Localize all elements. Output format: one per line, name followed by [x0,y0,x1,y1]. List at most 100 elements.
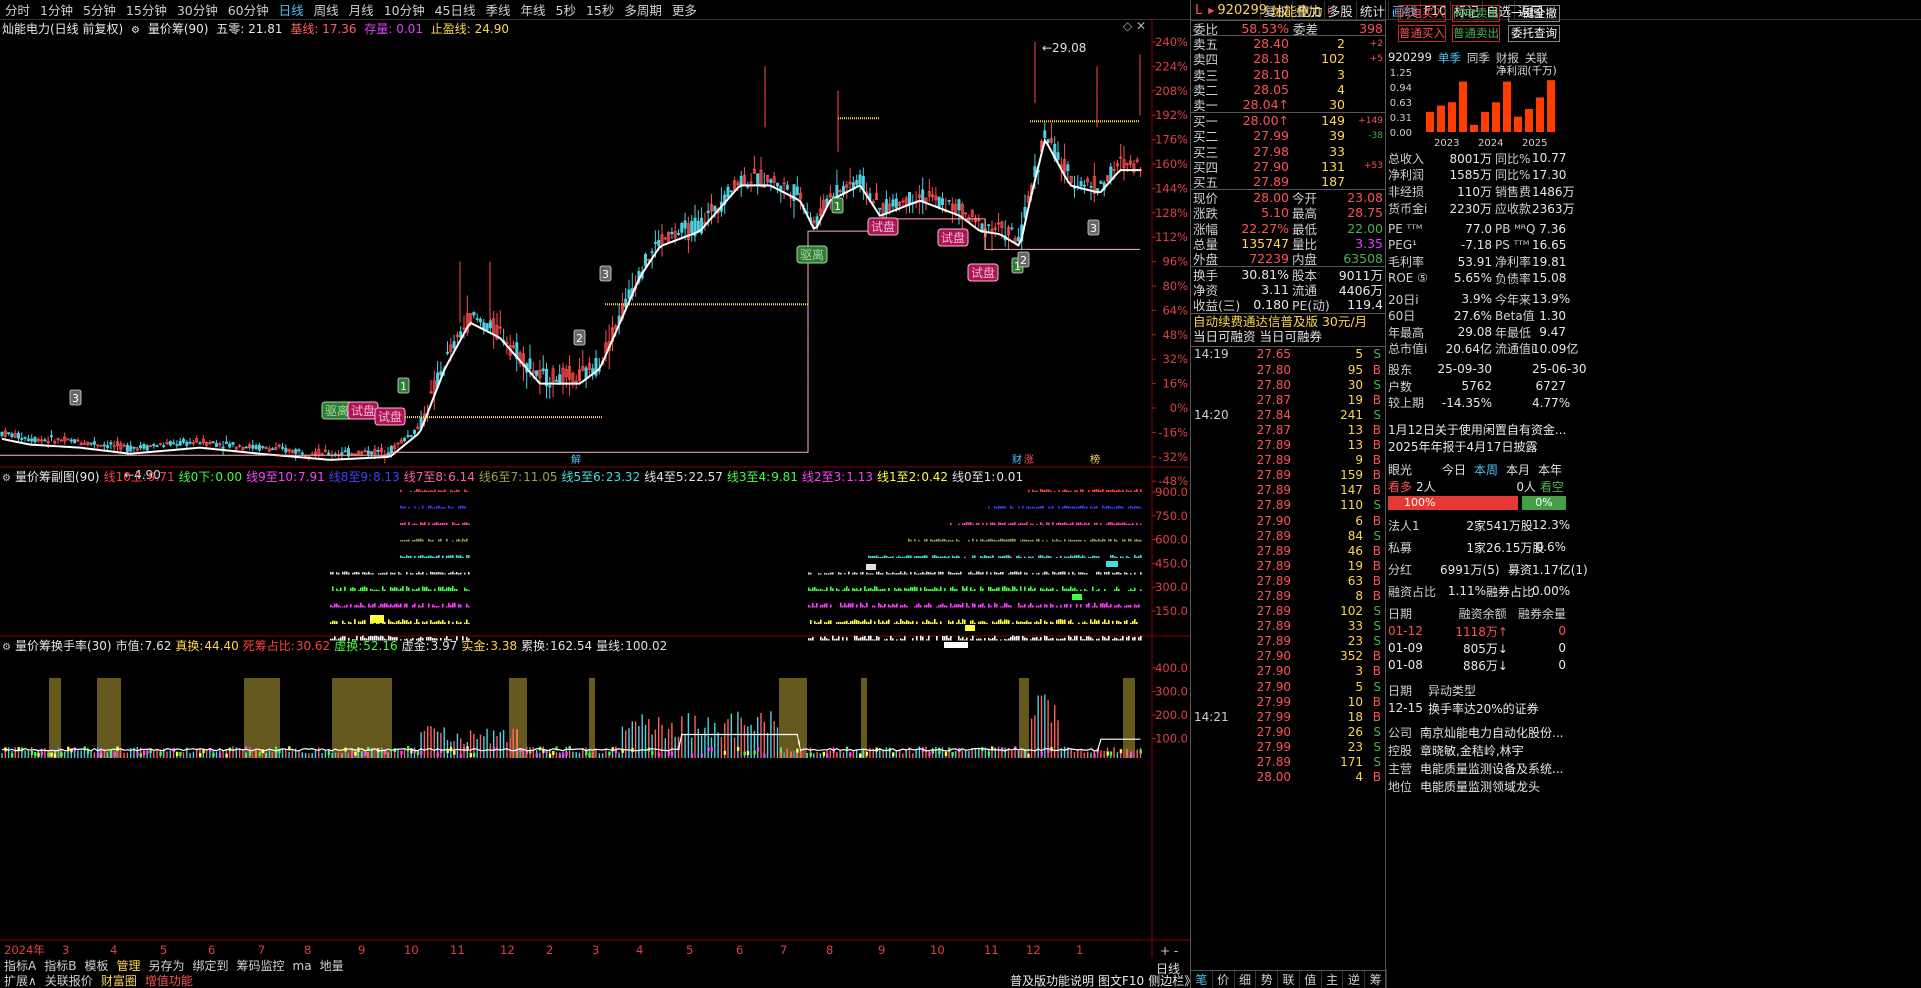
trade-button[interactable]: 闪电买入 [1398,5,1446,22]
kline-chart-area[interactable]: 240% 224% 208% 192% 176% 160% 144% 128% 112% 96% 8… [0,19,1190,960]
eye-tab[interactable]: 本周 [1470,461,1502,478]
quote-tab[interactable]: 势 [1256,971,1279,988]
diamond-icon[interactable]: ◇ [1123,19,1132,33]
chip-bar [1060,571,1062,575]
turnover-mark [710,747,713,752]
chip-bar [1010,522,1012,525]
trade-button[interactable]: 委托查询 [1508,25,1560,42]
margin-short: 0 [1558,624,1566,639]
period-tab[interactable]: 月线 [344,0,379,19]
candle-body [713,205,717,212]
period-tab[interactable]: 60分钟 [223,0,274,19]
news-item[interactable]: 1月12日关于使用闲置自有资金... [1388,421,1566,438]
margin-head: 日期 [1388,606,1413,621]
trade-button[interactable]: 普通卖出 [1452,25,1500,42]
trade-button[interactable]: 普通买入 [1398,25,1446,42]
event-icon[interactable]: 解 [571,453,581,466]
info-icon[interactable]: i [1327,4,1330,17]
kan-kong-button[interactable]: 看空 [1536,478,1564,495]
trade-button[interactable]: 闪电卖出 [1452,5,1500,22]
eye-tab[interactable]: 本月 [1502,461,1534,478]
period-tab[interactable]: 10分钟 [379,0,430,19]
period-tab[interactable]: 分时 [0,0,35,19]
date-axis-label: 10 [930,943,945,957]
chip-bar [840,622,842,624]
quote-tab[interactable]: 筹 [1365,971,1388,988]
quote-bottom-tabs: 笔价细势联值主逆筹 [1191,970,1388,988]
sub-indicator-name[interactable]: 量价筹换手率(30) [15,639,112,653]
period-tab[interactable]: 45日线 [430,0,481,19]
sidebar-toggle[interactable]: 侧边栏》 [1148,972,1196,988]
period-tab[interactable]: 更多 [667,0,702,19]
quote-tab[interactable]: 联 [1278,971,1300,988]
quote-tab[interactable]: 价 [1213,971,1235,988]
period-tab[interactable]: 5分钟 [78,0,121,19]
extension-tab[interactable]: 关联报价 [41,972,97,988]
chip-bar [968,606,970,608]
chip-bar [982,572,984,575]
period-tab[interactable]: 5秒 [551,0,581,19]
period-tab[interactable]: 日线 [274,0,309,19]
period-tab[interactable]: 30分钟 [172,0,223,19]
sub-indicator-name[interactable]: 量价筹副图(90) [15,470,100,484]
close-icon[interactable]: ✕ [1136,19,1146,33]
chip-bar [338,605,340,608]
extension-tab[interactable]: 财富圈 [97,972,141,988]
quote-tab[interactable]: 主 [1322,971,1344,988]
chip-bar [450,604,452,608]
news-item[interactable]: 2025年年报于4月17日披露 [1388,438,1566,455]
chip-bar [430,620,432,624]
level-price: 28.40 [1253,36,1289,52]
trade-button[interactable]: 一键全撤 [1508,5,1560,22]
period-tab[interactable]: 多周期 [619,0,667,19]
eye-tab[interactable]: 本年 [1534,461,1566,478]
help-link[interactable]: 普及版功能说明 [1010,972,1094,988]
holder-value: 1.11% [1447,584,1486,599]
settings-icon[interactable]: ⚙ [2,642,11,653]
extension-tab[interactable]: 扩展∧ [0,972,41,988]
bid-row[interactable]: 买五 27.89 187 [1191,174,1385,190]
fin-value: 25-09-30 [1437,362,1492,377]
period-tab[interactable]: 1分钟 [35,0,78,19]
chip-bar [382,586,384,591]
chip-bar [1072,594,1082,600]
period-tab[interactable]: 15秒 [581,0,619,19]
chip-bar [1098,619,1100,624]
chip-bar [916,555,918,558]
f10-link[interactable]: 图文F10 [1098,972,1144,988]
kan-duo-button[interactable]: 看多 [1388,478,1416,495]
period-tab[interactable]: 周线 [309,0,344,19]
chip-bar [1054,490,1056,492]
indicator-name[interactable]: 量价筹(90) [148,22,209,36]
settings-icon[interactable]: ⚙ [2,473,11,484]
chip-bar [1130,604,1132,608]
period-tab[interactable]: 年线 [516,0,551,19]
quote-tab[interactable]: 值 [1300,971,1322,988]
event-icon[interactable]: 榜 [1090,453,1100,466]
extension-tab[interactable]: 增值功能 [141,972,197,988]
event-row[interactable]: 12-15 换手率达20%的证券 [1388,700,1566,717]
chip-bar [448,572,450,575]
kline-chart-canvas[interactable]: 240%224%208%192%176%160%144%128%112%96%8… [0,20,1190,958]
chip-bar [848,571,850,575]
chip-bar [1128,605,1130,608]
quote-tab[interactable]: 逆 [1343,971,1366,988]
chip-bar [458,622,460,624]
chip-bar [442,572,444,575]
ask-row[interactable]: 卖一 28.04↑ 30 [1191,97,1385,113]
chip-bar [812,587,814,591]
event-icon[interactable]: 涨 [1024,454,1034,466]
quote-tab[interactable]: 细 [1235,971,1257,988]
indicator-tab[interactable]: ma [289,959,316,973]
period-tab[interactable]: 15分钟 [121,0,172,19]
period-tab[interactable]: 季线 [481,0,516,19]
indicator-tab[interactable]: 筹码监控 [233,957,289,974]
settings-icon[interactable]: ⚙ [131,25,140,36]
chip-bar [950,622,952,624]
indicator-tab[interactable]: 地量 [316,957,348,974]
holder-value: 2家 [1466,518,1486,533]
holder-row: 私募 1家 26.15万股 0.6% [1388,539,1566,556]
zoom-controls[interactable]: + - [1160,944,1178,958]
event-icon[interactable]: 财 [1012,453,1022,466]
eye-tab[interactable]: 今日 [1438,461,1470,478]
